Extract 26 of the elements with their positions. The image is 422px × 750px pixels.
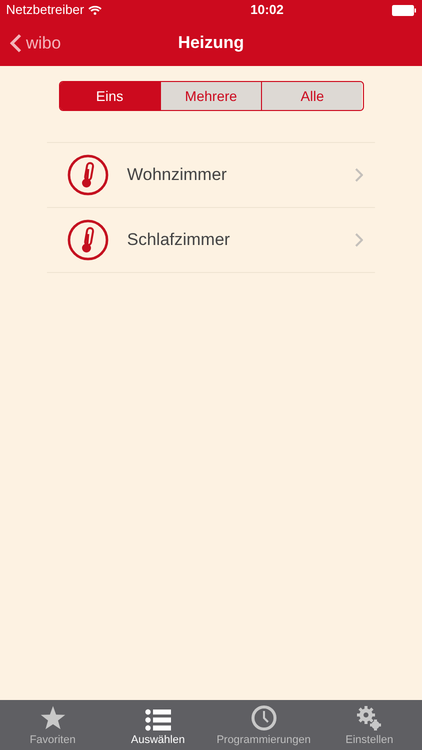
carrier-name: Netzbetreiber <box>6 1 84 20</box>
segment-tab[interactable]: Alle <box>261 82 362 110</box>
room-row[interactable]: Wohnzimmer <box>47 143 375 208</box>
tab-bar-item[interactable]: Favoriten <box>0 700 106 750</box>
tab-bar-item[interactable]: Programmierungen <box>210 700 317 750</box>
segment-tab[interactable]: Eins <box>60 82 160 110</box>
chevron-right-icon <box>355 168 363 182</box>
clock-time: 10:02 <box>250 1 284 20</box>
back-chevron-icon <box>10 33 22 53</box>
thermometer-icon <box>67 154 109 196</box>
room-row[interactable]: Schlafzimmer <box>47 208 375 273</box>
chevron-right-icon <box>355 233 363 247</box>
list-icon <box>144 708 171 730</box>
room-name: Wohnzimmer <box>127 164 228 186</box>
screen-title: Heizung <box>178 32 244 54</box>
back-button[interactable]: wibo <box>10 30 61 56</box>
tab-bar-item[interactable]: Einstellen <box>316 700 422 750</box>
thermometer-icon <box>67 219 109 261</box>
star-icon <box>40 706 66 730</box>
wifi-icon <box>88 5 102 15</box>
clock-icon <box>250 704 277 730</box>
room-name: Schlafzimmer <box>127 229 231 252</box>
battery-icon <box>392 4 416 16</box>
gears-icon <box>356 704 382 730</box>
segment-tab[interactable]: Mehrere <box>160 82 262 110</box>
tab-bar-item[interactable]: Auswählen <box>105 700 211 750</box>
